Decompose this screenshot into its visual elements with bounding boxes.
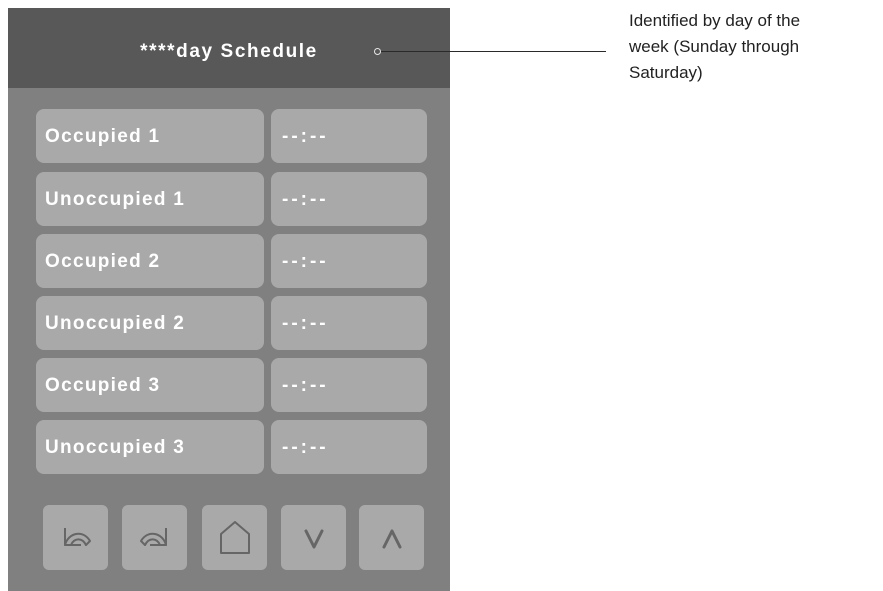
occupied-3-time-field[interactable]: --:-- [271, 358, 427, 412]
page-title: ****day Schedule [140, 41, 318, 62]
schedule-row: Occupied 1 --:-- [36, 109, 427, 163]
redo-button[interactable] [122, 505, 187, 570]
occupied-2-time-field[interactable]: --:-- [271, 234, 427, 288]
callout-leader-line [381, 51, 450, 52]
schedule-row: Unoccupied 2 --:-- [36, 296, 427, 350]
chevron-down-icon [304, 529, 323, 548]
scroll-down-button[interactable] [281, 505, 346, 570]
callout-annotation: Identified by day of the week (Sunday th… [629, 11, 801, 82]
occupied-1-label: Occupied 1 [36, 109, 264, 163]
scroll-up-button[interactable] [359, 505, 424, 570]
unoccupied-2-time-field[interactable]: --:-- [271, 296, 427, 350]
occupied-2-label: Occupied 2 [36, 234, 264, 288]
undo-button[interactable] [43, 505, 108, 570]
unoccupied-1-label: Unoccupied 1 [36, 172, 264, 226]
unoccupied-2-label: Unoccupied 2 [36, 296, 264, 350]
schedule-row: Occupied 3 --:-- [36, 358, 427, 412]
screen-header: ****day Schedule [8, 8, 450, 88]
occupied-1-time-field[interactable]: --:-- [271, 109, 427, 163]
schedule-row: Unoccupied 3 --:-- [36, 420, 427, 474]
chevron-up-icon [382, 529, 401, 548]
callout-marker [374, 48, 381, 55]
callout-leader-line [450, 51, 606, 52]
redo-icon [139, 527, 167, 546]
schedule-screen: ****day Schedule Occupied 1 --:-- Unoccu… [8, 8, 450, 591]
occupied-3-label: Occupied 3 [36, 358, 264, 412]
schedule-row: Occupied 2 --:-- [36, 234, 427, 288]
unoccupied-3-time-field[interactable]: --:-- [271, 420, 427, 474]
schedule-row: Unoccupied 1 --:-- [36, 172, 427, 226]
undo-icon [63, 527, 91, 546]
home-button[interactable] [202, 505, 267, 570]
unoccupied-3-label: Unoccupied 3 [36, 420, 264, 474]
home-icon [219, 520, 250, 554]
unoccupied-1-time-field[interactable]: --:-- [271, 172, 427, 226]
